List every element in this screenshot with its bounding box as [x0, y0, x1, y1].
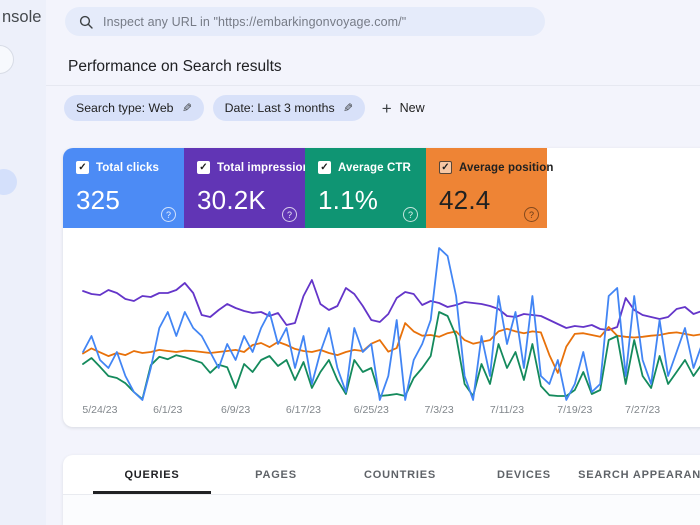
tab-countries[interactable]: COUNTRIES — [338, 455, 462, 494]
metric-value: 325 — [76, 185, 120, 216]
plus-icon: + — [382, 100, 392, 117]
metric-card-average-position[interactable]: ✓ Average position 42.4 ? — [426, 148, 547, 228]
tab-queries[interactable]: QUERIES — [90, 455, 214, 494]
metric-card-total-clicks[interactable]: ✓ Total clicks 325 ? — [63, 148, 184, 228]
dimension-tabs: QUERIES PAGES COUNTRIES DEVICES SEARCH A… — [63, 455, 700, 495]
metric-header: ✓ Total clicks — [63, 148, 184, 174]
sidebar-avatar-partial — [0, 169, 17, 195]
metric-header: ✓ Total impressions — [184, 148, 305, 174]
new-filter-button[interactable]: + New — [382, 100, 425, 117]
search-placeholder: Inspect any URL in "https://embarkingonv… — [103, 15, 406, 29]
metric-checkbox[interactable]: ✓ — [76, 161, 89, 174]
metric-header: ✓ Average CTR — [305, 148, 426, 174]
help-icon[interactable]: ? — [161, 207, 176, 222]
x-tick-label: 6/1/23 — [138, 404, 198, 416]
metric-checkbox[interactable]: ✓ — [197, 161, 210, 174]
filter-chip-label: Search type: Web — [76, 101, 174, 115]
new-filter-label: New — [400, 101, 425, 115]
x-tick-label: 5/24/23 — [70, 404, 130, 416]
metric-tiles: ✓ Total clicks 325 ? ✓ Total impressions… — [63, 148, 700, 228]
metric-value: 30.2K — [197, 185, 266, 216]
search-console-performance-page: nsole Inspect any URL in "https://embark… — [0, 0, 700, 525]
metric-label: Total impressions — [217, 162, 316, 174]
help-icon[interactable]: ? — [524, 207, 539, 222]
x-tick-label: 7/3/23 — [409, 404, 469, 416]
filter-chip-date[interactable]: Date: Last 3 months ✎ — [213, 95, 365, 121]
tab-pages[interactable]: PAGES — [214, 455, 338, 494]
metric-value: 1.1% — [318, 185, 378, 216]
filter-chip-search-type[interactable]: Search type: Web ✎ — [64, 95, 204, 121]
filter-chip-label: Date: Last 3 months — [225, 101, 335, 115]
check-icon: ✓ — [320, 163, 328, 173]
performance-line-chart[interactable] — [83, 236, 700, 400]
metric-checkbox[interactable]: ✓ — [318, 161, 331, 174]
help-icon[interactable]: ? — [403, 207, 418, 222]
dimensions-card: QUERIES PAGES COUNTRIES DEVICES SEARCH A… — [63, 455, 700, 525]
metric-card-total-impressions[interactable]: ✓ Total impressions 30.2K ? — [184, 148, 305, 228]
edit-pencil-icon[interactable]: ✎ — [182, 101, 192, 115]
x-tick-label: 6/17/23 — [273, 404, 333, 416]
search-icon — [79, 15, 93, 29]
metric-checkbox[interactable]: ✓ — [439, 161, 452, 174]
x-tick-label: 7/19/23 — [545, 404, 605, 416]
metric-header: ✓ Average position — [426, 148, 547, 174]
edit-pencil-icon[interactable]: ✎ — [343, 101, 353, 115]
x-tick-label: 7/27/23 — [613, 404, 673, 416]
x-tick-label: 6/25/23 — [341, 404, 401, 416]
metric-label: Average position — [459, 162, 553, 174]
check-icon: ✓ — [441, 163, 449, 173]
metric-value: 42.4 — [439, 185, 490, 216]
check-icon: ✓ — [78, 163, 86, 173]
x-tick-label: 7/11/23 — [477, 404, 537, 416]
url-inspect-searchbar[interactable]: Inspect any URL in "https://embarkingonv… — [65, 7, 545, 36]
table-header-area — [63, 495, 700, 525]
app-sidebar-sliver: nsole — [0, 0, 46, 525]
performance-card: ✓ Total clicks 325 ? ✓ Total impressions… — [63, 148, 700, 427]
app-title-fragment: nsole — [2, 8, 41, 27]
tab-devices[interactable]: DEVICES — [462, 455, 586, 494]
filter-bar: Search type: Web ✎ Date: Last 3 months ✎… — [64, 95, 425, 121]
metric-card-average-ctr[interactable]: ✓ Average CTR 1.1% ? — [305, 148, 426, 228]
header-divider — [46, 85, 700, 86]
check-icon: ✓ — [199, 163, 207, 173]
help-button-partial[interactable] — [0, 45, 14, 74]
metric-label: Total clicks — [96, 162, 159, 174]
help-icon[interactable]: ? — [282, 207, 297, 222]
x-tick-label: 6/9/23 — [206, 404, 266, 416]
series-clicks-line — [83, 248, 700, 400]
metric-label: Average CTR — [338, 162, 411, 174]
tab-search-appearance[interactable]: SEARCH APPEARANCE — [586, 455, 700, 494]
page-title: Performance on Search results — [68, 58, 282, 76]
